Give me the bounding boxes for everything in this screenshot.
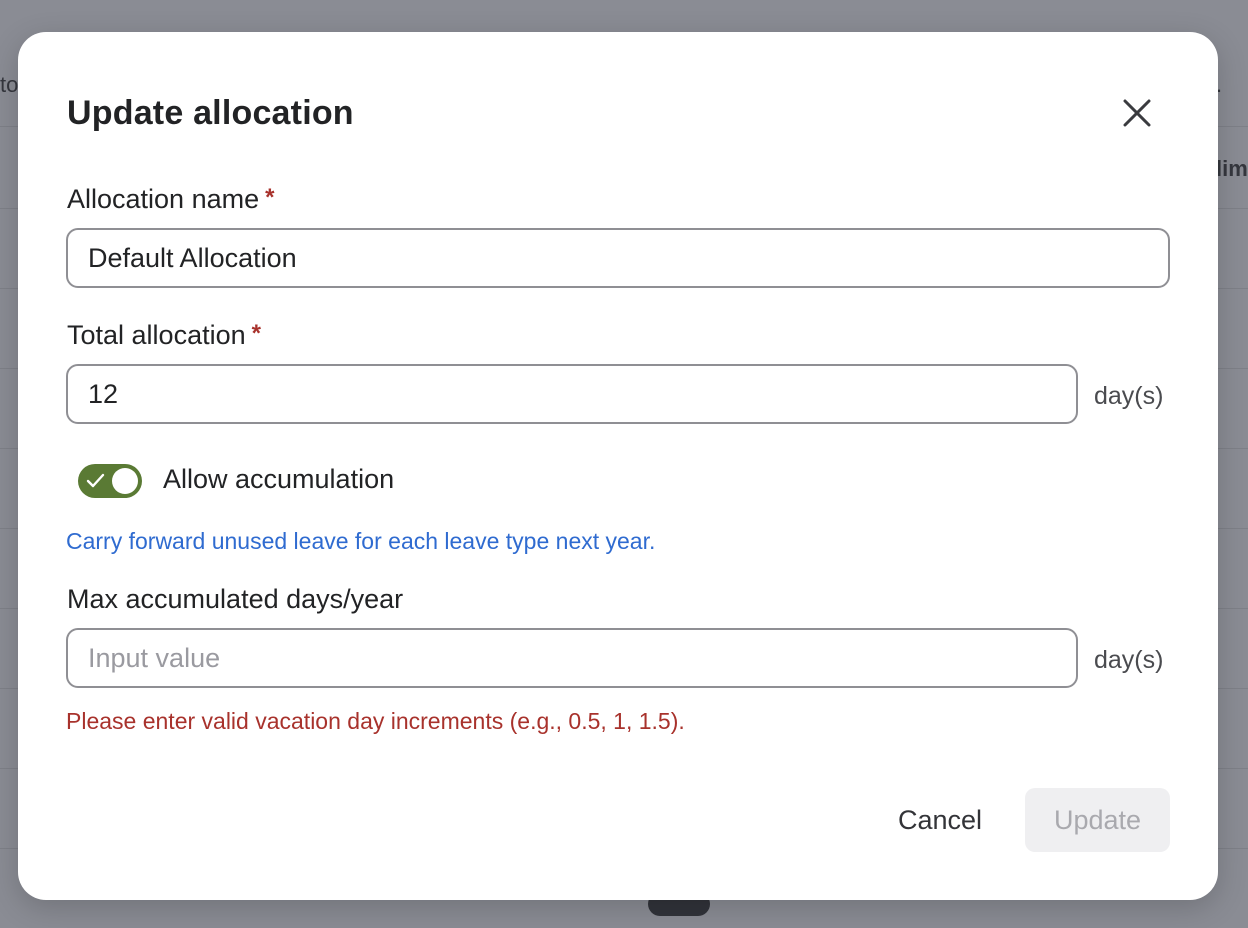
accumulation-helper-text: Carry forward unused leave for each leav…: [66, 528, 656, 554]
max-accumulated-error: Please enter valid vacation day incremen…: [66, 708, 685, 734]
allocation-name-label: Allocation name *: [67, 184, 274, 215]
allocation-name-input[interactable]: [66, 228, 1170, 288]
required-indicator: *: [265, 184, 275, 211]
toggle-knob: [112, 468, 138, 494]
dialog-title: Update allocation: [67, 94, 354, 132]
cancel-button[interactable]: Cancel: [878, 788, 1002, 852]
update-allocation-dialog: Update allocation Allocation name* Total…: [18, 32, 1218, 900]
total-allocation-unit: day(s): [1094, 382, 1164, 410]
total-allocation-label: Total allocation *: [67, 320, 261, 351]
max-accumulated-label: Max accumulated days/year: [67, 584, 403, 615]
total-allocation-label-text: Total allocation: [67, 320, 246, 350]
max-accumulated-unit: day(s): [1094, 646, 1164, 674]
close-icon: [1114, 90, 1160, 136]
allocation-name-label-text: Allocation name: [67, 184, 260, 214]
max-accumulated-label-text: Max accumulated days/year: [67, 584, 404, 614]
allow-accumulation-label[interactable]: Allow accumulation: [163, 464, 394, 495]
checkmark-icon: [86, 472, 106, 495]
allow-accumulation-toggle[interactable]: [78, 464, 142, 498]
required-indicator: *: [251, 320, 261, 347]
update-button[interactable]: Update: [1025, 788, 1170, 852]
total-allocation-input[interactable]: [66, 364, 1078, 424]
close-button[interactable]: [1114, 90, 1160, 136]
max-accumulated-input[interactable]: [66, 628, 1078, 688]
